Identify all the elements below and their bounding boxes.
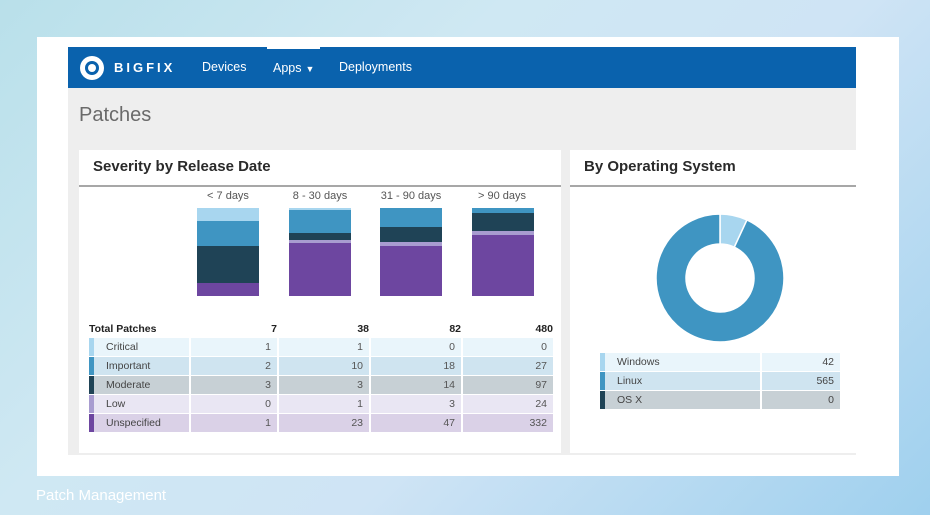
- column-label-8-30: 8 - 30 days: [292, 190, 348, 202]
- os-row-label: OS X: [605, 391, 760, 409]
- image-caption: Patch Management: [36, 487, 167, 504]
- total-gt90: 480: [535, 323, 553, 335]
- severity-cell: 1: [191, 414, 277, 432]
- page-title: Patches: [79, 104, 152, 126]
- stacked-bar-3[interactable]: [472, 208, 534, 296]
- donut-slice-linux[interactable]: [655, 213, 785, 343]
- severity-row-moderate: Moderate 3 3 14 97: [89, 376, 557, 394]
- column-label-lt7: < 7 days: [207, 190, 249, 202]
- bigfix-logo-icon: [80, 55, 104, 80]
- os-row-value: 565: [762, 372, 840, 390]
- bar-segment-low: [289, 240, 351, 243]
- total-8-30: 38: [357, 323, 369, 335]
- severity-cell: 3: [279, 376, 369, 394]
- severity-cell: 24: [463, 395, 553, 413]
- bar-segment-moderate: [289, 233, 351, 241]
- severity-cell: 3: [191, 376, 277, 394]
- severity-cell: 18: [371, 357, 461, 375]
- severity-cell: 97: [463, 376, 553, 394]
- severity-row-label: Important: [94, 357, 189, 375]
- bar-segment-important: [197, 220, 259, 246]
- os-row-os-x: OS X0: [600, 391, 840, 409]
- bigfix-app-window: BIGFIX Devices Apps ▼ Deployments Patches…: [68, 47, 856, 455]
- severity-cell: 332: [463, 414, 553, 432]
- severity-panel-title: Severity by Release Date: [93, 158, 271, 175]
- total-patches-row: Total Patches 7 38 82 480: [89, 320, 557, 338]
- bar-segment-moderate: [197, 245, 259, 284]
- severity-row-label: Unspecified: [94, 414, 189, 432]
- stacked-bar-2[interactable]: [380, 208, 442, 296]
- severity-panel: Severity by Release Date < 7 days 8 - 30…: [79, 150, 561, 453]
- nav-devices[interactable]: Devices: [202, 47, 246, 88]
- top-navigation-bar: BIGFIX Devices Apps ▼ Deployments: [68, 47, 856, 88]
- nav-deployments[interactable]: Deployments: [339, 47, 412, 88]
- severity-cell: 2: [191, 357, 277, 375]
- bar-segment-important: [380, 208, 442, 228]
- severity-cell: 14: [371, 376, 461, 394]
- bar-segment-moderate: [472, 212, 534, 231]
- bar-segment-moderate: [380, 227, 442, 243]
- column-label-31-90: 31 - 90 days: [380, 190, 442, 202]
- bar-segment-critical: [289, 208, 351, 211]
- severity-cell: 10: [279, 357, 369, 375]
- bar-segment-critical: [197, 208, 259, 221]
- severity-row-label: Low: [94, 395, 189, 413]
- os-donut-chart: [655, 213, 785, 343]
- os-row-windows: Windows 42: [600, 353, 840, 371]
- panel-divider: [79, 185, 561, 187]
- os-row-value: 0: [762, 391, 840, 409]
- os-panel-title: By Operating System: [584, 158, 736, 175]
- bar-segment-important: [289, 210, 351, 234]
- severity-cell: 0: [463, 338, 553, 356]
- column-label-gt90: > 90 days: [477, 190, 526, 202]
- bar-segment-important: [472, 208, 534, 213]
- bar-segment-unspecified: [380, 245, 442, 296]
- bar-segment-unspecified: [472, 235, 534, 296]
- bar-segment-low: [380, 242, 442, 246]
- bigfix-brand-text: BIGFIX: [114, 60, 176, 75]
- severity-cell: 0: [191, 395, 277, 413]
- severity-cell: 23: [279, 414, 369, 432]
- total-lt7: 7: [271, 323, 277, 335]
- severity-cell: 27: [463, 357, 553, 375]
- severity-cell: 1: [191, 338, 277, 356]
- os-row-value: 42: [762, 353, 840, 371]
- total-31-90: 82: [449, 323, 461, 335]
- os-row-label: Linux: [605, 372, 760, 390]
- panel-divider: [570, 185, 856, 187]
- bar-segment-unspecified: [197, 283, 259, 296]
- os-panel: By Operating System Windows 42 Linux 565 OS …: [570, 150, 856, 453]
- severity-row-label: Moderate: [94, 376, 189, 394]
- severity-row-critical: Critical 1 1 0 0: [89, 338, 557, 356]
- bigfix-logo[interactable]: BIGFIX: [80, 54, 175, 81]
- bar-segment-unspecified: [289, 242, 351, 296]
- severity-cell: 1: [279, 395, 369, 413]
- severity-cell: 3: [371, 395, 461, 413]
- severity-row-label: Critical: [94, 338, 189, 356]
- nav-apps-label: Apps: [273, 61, 302, 75]
- os-row-label: Windows: [605, 353, 760, 371]
- os-row-linux: Linux 565: [600, 372, 840, 390]
- severity-table: Total Patches 7 38 82 480 Critical 1 1 0 0 Im…: [89, 320, 557, 435]
- stacked-bar-0[interactable]: [197, 208, 259, 296]
- severity-row-low: Low 0 1 3 24: [89, 395, 557, 413]
- caret-down-icon: ▼: [305, 64, 315, 74]
- severity-cell: 47: [371, 414, 461, 432]
- severity-row-important: Important 2 10 18 27: [89, 357, 557, 375]
- total-patches-label: Total Patches: [89, 323, 157, 335]
- stacked-bar-1[interactable]: [289, 208, 351, 296]
- bar-segment-low: [472, 230, 534, 236]
- severity-row-unspecified: Unspecified 1 23 47 332: [89, 414, 557, 432]
- severity-cell: 1: [279, 338, 369, 356]
- severity-cell: 0: [371, 338, 461, 356]
- nav-apps[interactable]: Apps ▼: [267, 47, 321, 88]
